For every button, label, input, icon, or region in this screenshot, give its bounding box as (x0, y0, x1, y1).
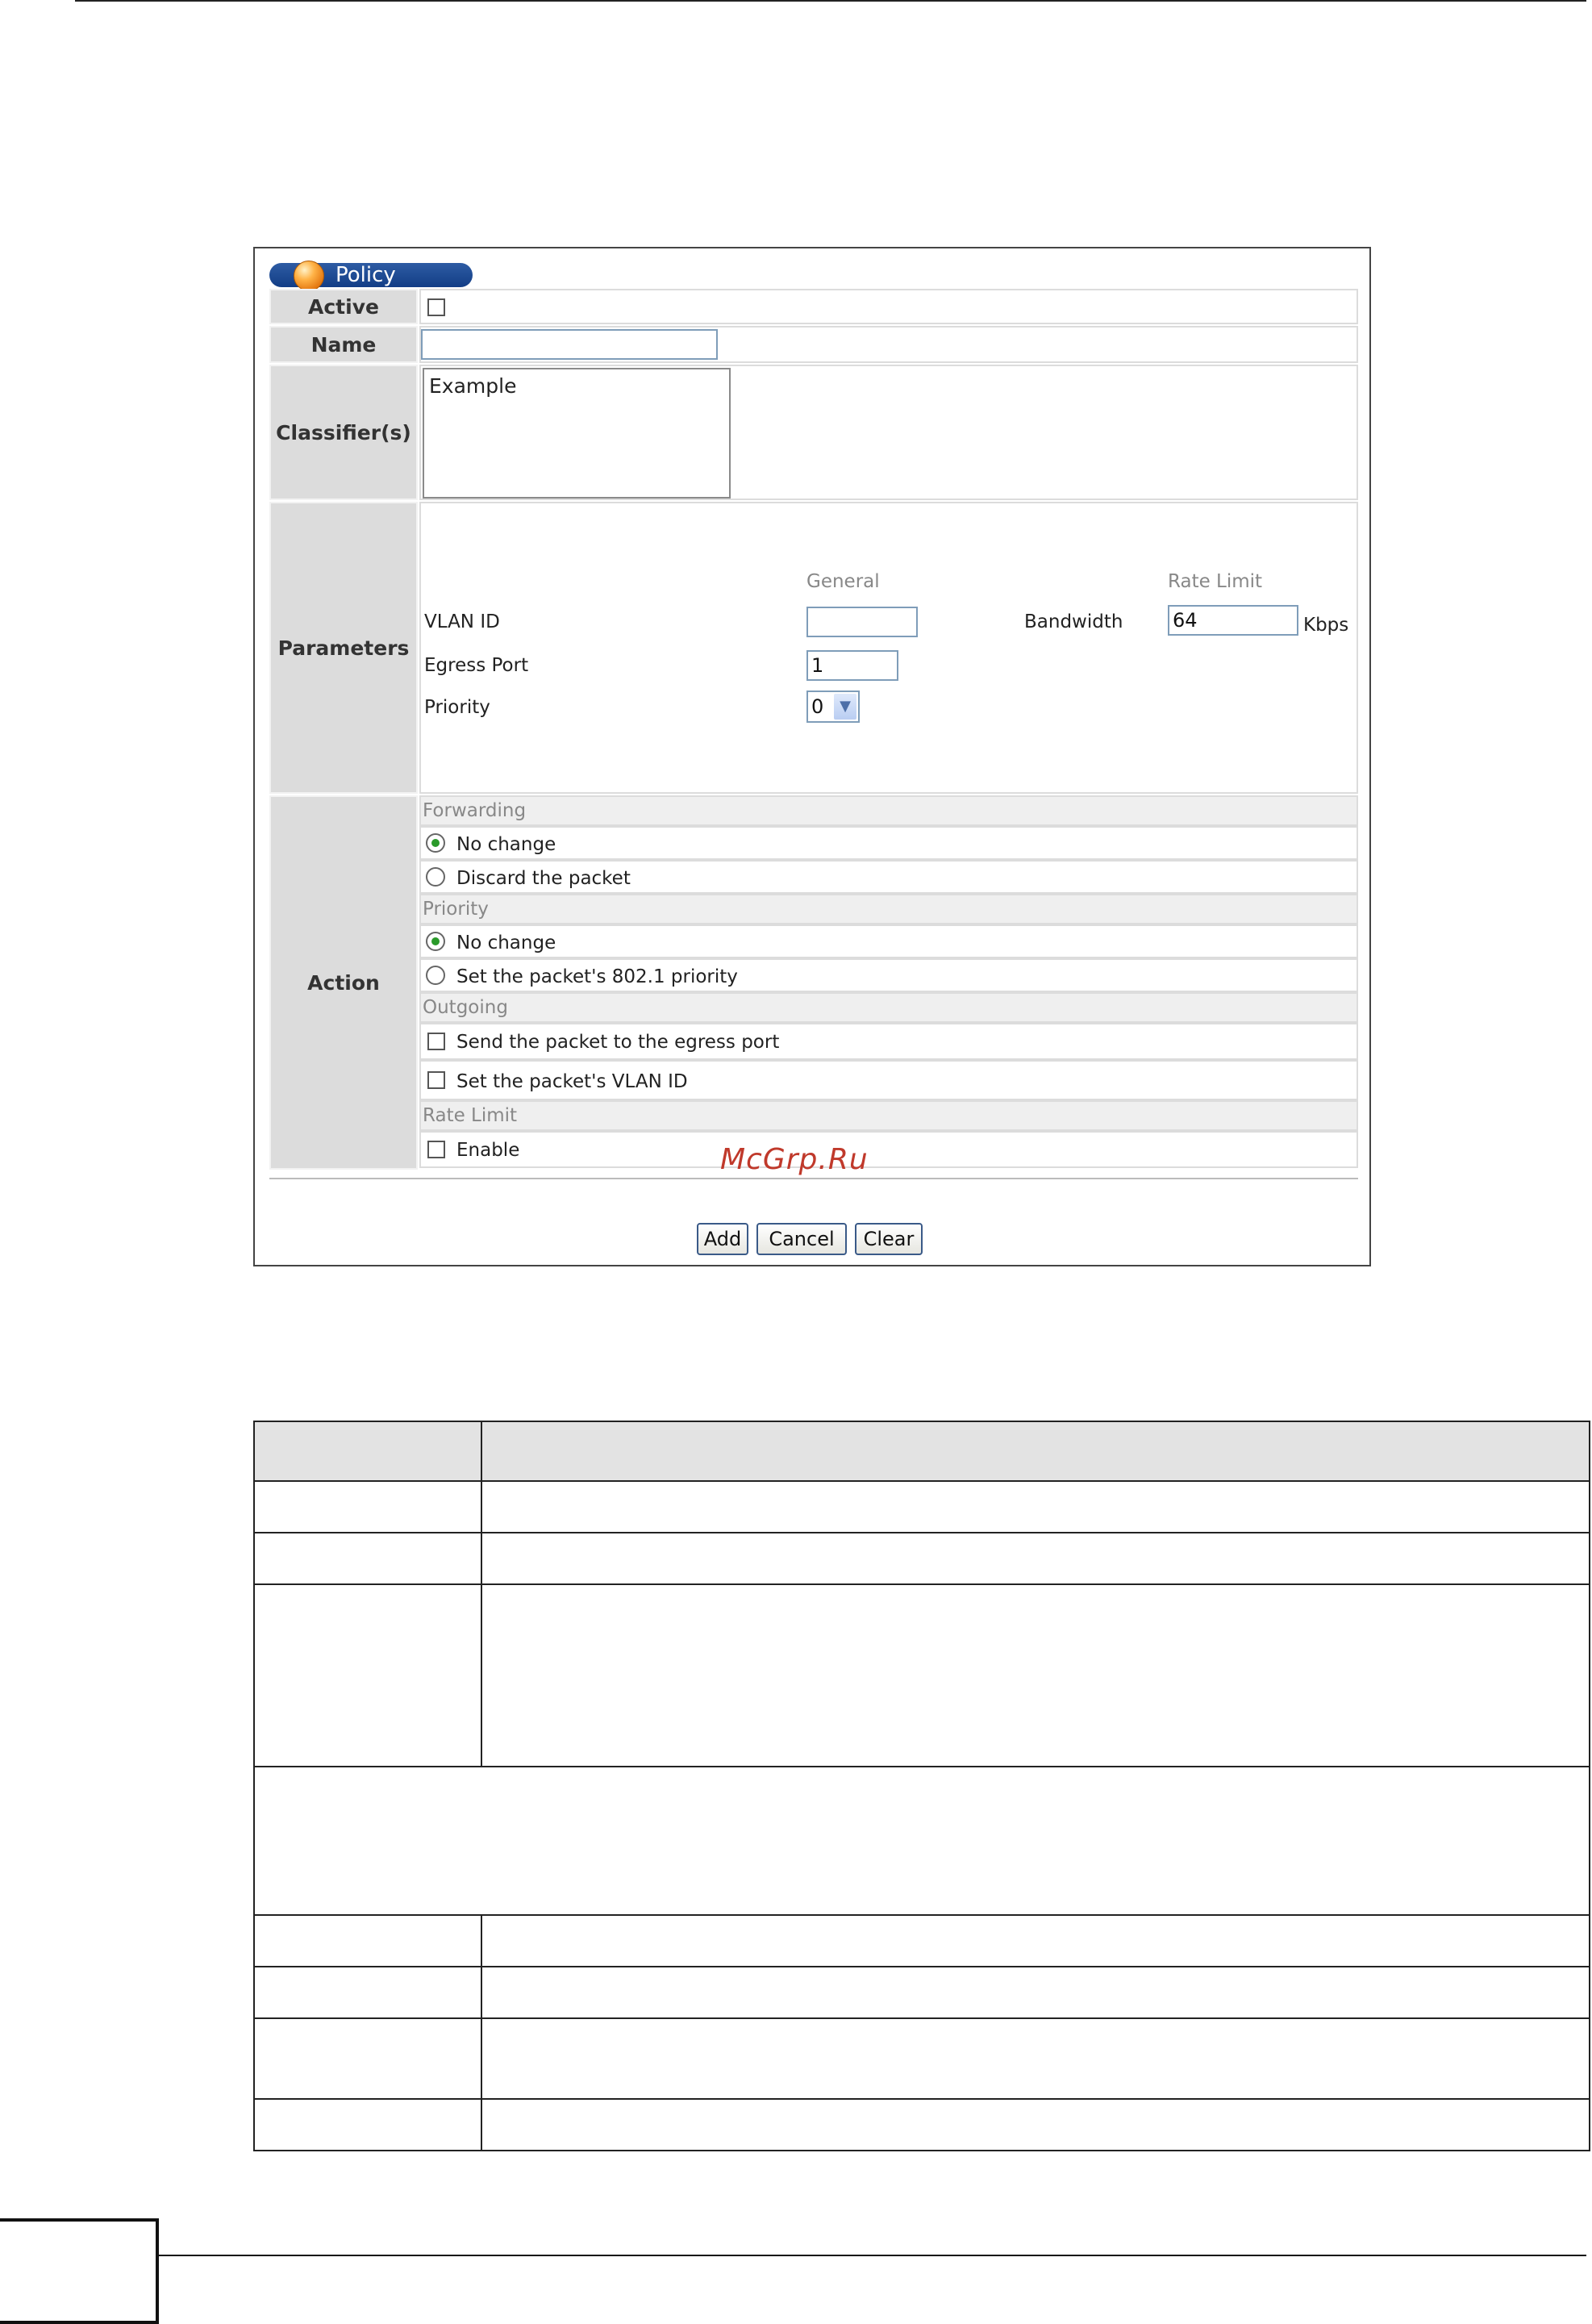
priority-select-value: 0 (811, 695, 824, 718)
general-header: General (806, 571, 880, 592)
name-cell (419, 326, 1358, 363)
vlan-id-input[interactable] (806, 607, 918, 637)
table-cell (253, 1532, 482, 1585)
classifiers-listbox[interactable]: Example (423, 368, 731, 499)
active-checkbox[interactable] (427, 298, 445, 316)
clear-button[interactable]: Clear (855, 1223, 923, 1255)
priority-set-label: Set the packet's 802.1 priority (456, 966, 738, 987)
parameters-cell: General Rate Limit VLAN ID Bandwidth 64 … (419, 502, 1358, 794)
table-row (253, 1480, 1590, 1533)
priority-set-radio[interactable] (426, 966, 445, 985)
table-cell (481, 2098, 1590, 2151)
page-top-rule (75, 0, 1586, 2)
footer-rule (159, 2255, 1586, 2256)
forwarding-header: Forwarding (419, 795, 1358, 826)
table-cell (253, 2017, 482, 2100)
table-cell (253, 1966, 482, 2019)
panel-title: Policy (335, 263, 396, 287)
send-egress-checkbox[interactable] (427, 1033, 445, 1050)
rate-limit-enable-checkbox[interactable] (427, 1141, 445, 1158)
priority-param-label: Priority (424, 697, 490, 718)
table-cell (253, 1421, 482, 1482)
send-egress-label: Send the packet to the egress port (456, 1032, 780, 1053)
set-vlan-label: Set the packet's VLAN ID (456, 1071, 688, 1092)
forwarding-no-change-label: No change (456, 834, 556, 855)
priority-header: Priority (419, 894, 1358, 924)
table-cell (481, 1583, 1590, 1767)
table-header-row (253, 1421, 1590, 1482)
classifier-option[interactable]: Example (429, 374, 516, 398)
policy-screenshot: Policy Active Name Classifier(s) Example… (253, 247, 1371, 1266)
classifiers-label: Classifier(s) (269, 365, 418, 500)
vlan-id-label: VLAN ID (424, 611, 500, 632)
table-cell (481, 2017, 1590, 2100)
bandwidth-unit: Kbps (1303, 615, 1349, 636)
table-cell (481, 1480, 1590, 1533)
priority-no-change-label: No change (456, 933, 556, 953)
outgoing-set-vlan-row: Set the packet's VLAN ID (419, 1060, 1358, 1100)
outgoing-send-egress-row: Send the packet to the egress port (419, 1023, 1358, 1060)
classifiers-cell: Example (419, 365, 1358, 500)
egress-port-input[interactable]: 1 (806, 650, 898, 681)
parameters-label: Parameters (269, 502, 418, 794)
priority-no-change-row: No change (419, 924, 1358, 958)
rate-limit-enable-label: Enable (456, 1140, 520, 1161)
table-cell (481, 1914, 1590, 1967)
forwarding-no-change-row: No change (419, 826, 1358, 860)
table-row (253, 2098, 1590, 2151)
table-cell (253, 1583, 482, 1767)
form-divider (269, 1178, 1358, 1179)
egress-port-label: Egress Port (424, 655, 529, 676)
set-vlan-checkbox[interactable] (427, 1071, 445, 1089)
table-row (253, 1966, 1590, 2019)
watermark: McGrp.Ru (720, 1143, 869, 1176)
cancel-button[interactable]: Cancel (756, 1223, 847, 1255)
table-row (253, 1766, 1590, 1916)
forwarding-no-change-radio[interactable] (426, 833, 445, 853)
active-label: Active (269, 289, 418, 324)
priority-set-row: Set the packet's 802.1 priority (419, 958, 1358, 992)
table-row (253, 1583, 1590, 1767)
bandwidth-input[interactable]: 64 (1168, 605, 1298, 636)
forwarding-discard-radio[interactable] (426, 867, 445, 887)
priority-no-change-radio[interactable] (426, 932, 445, 951)
orb-icon (294, 261, 324, 291)
page-number-box (0, 2218, 159, 2324)
table-cell (253, 1914, 482, 1967)
table-row (253, 1914, 1590, 1967)
policy-panel-tab: Policy (269, 261, 473, 291)
table-cell (481, 1532, 1590, 1585)
forwarding-discard-row: Discard the packet (419, 860, 1358, 894)
active-cell (419, 289, 1358, 324)
description-table (253, 1421, 1590, 2151)
priority-select[interactable]: 0 ▼ (806, 691, 860, 723)
table-cell (253, 1480, 482, 1533)
add-button[interactable]: Add (697, 1223, 748, 1255)
rate-limit-section-header: Rate Limit (419, 1100, 1358, 1131)
name-label: Name (269, 326, 418, 363)
forwarding-discard-label: Discard the packet (456, 868, 631, 889)
outgoing-header: Outgoing (419, 992, 1358, 1023)
action-label: Action (269, 795, 418, 1170)
rate-limit-header: Rate Limit (1168, 571, 1263, 592)
table-row (253, 1532, 1590, 1585)
rate-limit-enable-row: Enable (419, 1131, 1358, 1168)
table-cell (253, 1766, 1590, 1916)
table-cell (481, 1421, 1590, 1482)
table-cell (481, 1966, 1590, 2019)
table-row (253, 2017, 1590, 2100)
chevron-down-icon[interactable]: ▼ (834, 694, 856, 720)
name-input[interactable] (421, 329, 718, 360)
bandwidth-label: Bandwidth (1024, 611, 1123, 632)
table-cell (253, 2098, 482, 2151)
